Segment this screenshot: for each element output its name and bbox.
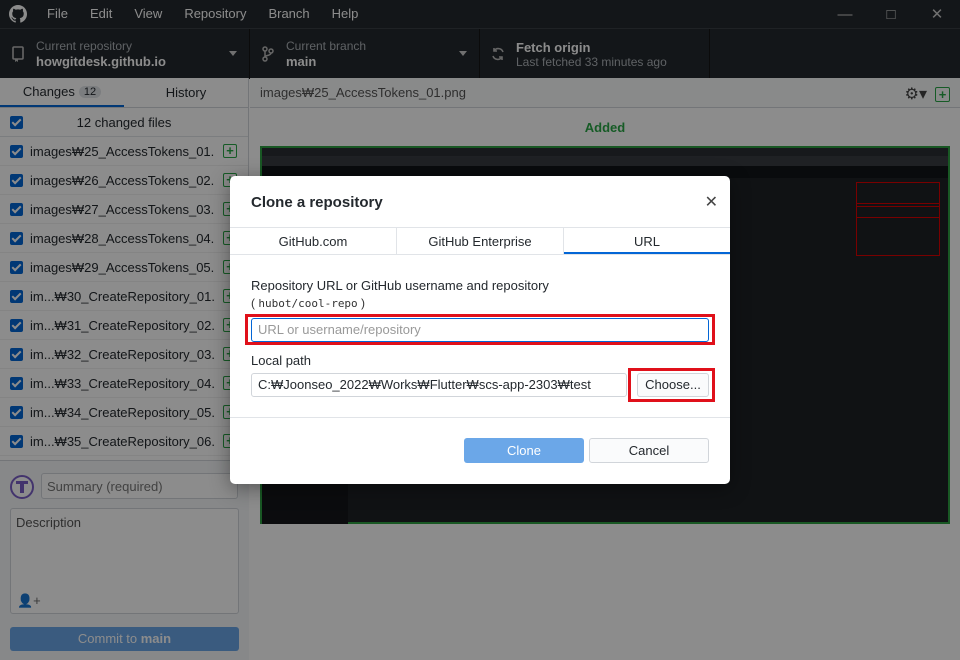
local-path-input[interactable]: C:₩Joonseo_2022₩Works₩Flutter₩scs-app-23…	[251, 373, 627, 397]
tab-url[interactable]: URL	[564, 228, 730, 254]
clone-repository-dialog: Clone a repository ✕ GitHub.com GitHub E…	[230, 176, 730, 484]
repository-url-hint: ( hubot/cool-repo )	[251, 296, 365, 310]
hint-close-paren: )	[361, 296, 366, 310]
tab-github-enterprise[interactable]: GitHub Enterprise	[397, 228, 564, 254]
clone-button[interactable]: Clone	[464, 438, 584, 463]
hint-open-paren: (	[251, 296, 255, 310]
tab-github-com[interactable]: GitHub.com	[230, 228, 397, 254]
choose-button[interactable]: Choose...	[637, 373, 709, 397]
cancel-button[interactable]: Cancel	[589, 438, 709, 463]
repository-url-label: Repository URL or GitHub username and re…	[251, 278, 549, 293]
dialog-tabs: GitHub.com GitHub Enterprise URL	[230, 227, 730, 255]
hint-example: hubot/cool-repo	[258, 297, 358, 310]
repository-url-input[interactable]: URL or username/repository	[251, 318, 709, 342]
divider	[230, 417, 730, 418]
close-icon[interactable]: ✕	[705, 192, 718, 212]
dialog-title: Clone a repository	[251, 194, 383, 211]
local-path-label: Local path	[251, 353, 311, 368]
